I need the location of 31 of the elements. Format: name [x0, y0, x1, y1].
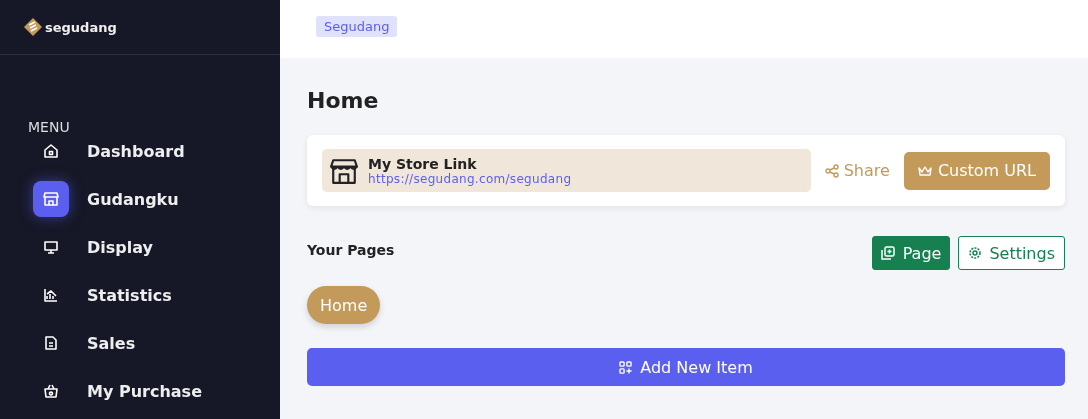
share-button[interactable]: Share	[824, 161, 890, 180]
house-icon	[43, 143, 59, 159]
section-title: Your Pages	[307, 242, 395, 258]
page-tab[interactable]: Home	[307, 286, 381, 324]
menu-heading: MENU	[28, 119, 71, 135]
document-icon	[43, 335, 59, 351]
store-badge: Segudang	[316, 16, 398, 37]
logo-icon	[23, 17, 43, 37]
crown-icon	[917, 164, 932, 177]
grid-plus-icon	[619, 360, 633, 374]
store-link-title: My Store Link	[368, 155, 478, 172]
page-title: Home	[307, 88, 380, 113]
sidebar-item[interactable]: Sales	[0, 319, 280, 367]
basket-icon	[43, 383, 59, 399]
sidebar-item[interactable]: My Purchase	[0, 367, 280, 415]
brand-name: segudang	[45, 19, 117, 35]
sidebar-item[interactable]: Display	[0, 223, 280, 271]
add-page-button[interactable]: Page	[871, 236, 951, 270]
chart-icon	[43, 287, 59, 303]
monitor-icon	[43, 239, 59, 255]
sidebar-item[interactable]: Statistics	[0, 271, 280, 319]
custom-url-button[interactable]: Custom URL	[903, 151, 1050, 190]
settings-button[interactable]: Settings	[958, 236, 1065, 270]
settings-icon	[968, 246, 983, 260]
share-icon	[824, 163, 839, 178]
sidebar-item[interactable]: Gudangku	[0, 175, 280, 223]
store-icon	[330, 156, 358, 185]
store-url-link[interactable]: https://segudang.com/segudang	[368, 171, 572, 186]
store-icon	[43, 191, 59, 207]
add-page-icon	[880, 246, 895, 260]
add-item-button[interactable]: Add New Item	[307, 348, 1065, 386]
